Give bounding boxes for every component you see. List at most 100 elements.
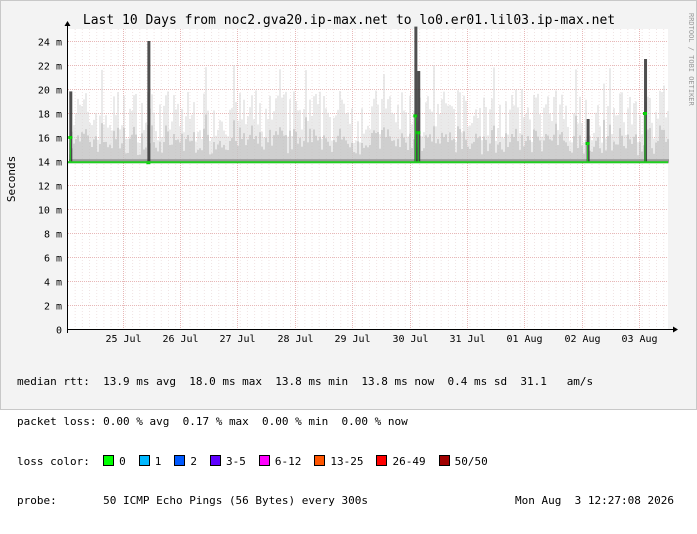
loss-color-text: 1 <box>154 454 162 468</box>
smoke-band <box>327 141 329 163</box>
smoke-band <box>517 141 519 163</box>
smoke-band <box>387 129 389 163</box>
smoke-band <box>153 142 155 163</box>
packet-loss-values: 0.00 % avg 0.17 % max 0.00 % min 0.00 % … <box>103 415 408 428</box>
smoke-band <box>409 133 411 163</box>
smoke-band <box>509 142 511 163</box>
smoke-band <box>259 132 261 163</box>
smoke-band <box>357 141 359 163</box>
loss-color-text: 2 <box>190 454 197 468</box>
smoke-band <box>451 140 453 163</box>
x-tick-label: 01 Aug <box>506 334 542 345</box>
smoke-band <box>453 138 455 163</box>
smoke-band <box>83 133 85 163</box>
smoke-band <box>647 129 649 163</box>
smoke-band <box>603 119 605 163</box>
smoke-band <box>459 129 461 163</box>
smoke-band <box>87 135 89 163</box>
smoke-band <box>299 137 301 163</box>
smoke-band <box>477 138 479 163</box>
loss-color-swatch <box>103 454 115 466</box>
smoke-band <box>283 135 285 163</box>
smoke-band <box>375 133 377 163</box>
smoke-band <box>253 138 255 163</box>
smoke-band <box>295 131 297 163</box>
smoke-band <box>239 127 241 163</box>
smoke-band <box>607 136 609 163</box>
smoke-band <box>181 133 183 163</box>
smoke-band <box>191 140 193 163</box>
smoke-band <box>663 129 665 163</box>
smoke-band <box>311 142 313 163</box>
smoke-band <box>463 131 465 163</box>
loss-color-item: 2 <box>174 454 197 468</box>
smokeping-chart: Last 10 Days from noc2.gva20.ip-max.net … <box>5 13 695 345</box>
smoke-band <box>377 132 379 163</box>
smoke-band <box>575 115 577 163</box>
smoke-band <box>135 134 137 163</box>
y-tick-label: 18 m <box>38 110 62 121</box>
loss-color-text: 0 <box>119 454 126 468</box>
median-rtt-row: median rtt: 13.9 ms avg 18.0 ms max 13.8… <box>17 375 593 388</box>
smoke-band <box>79 141 81 163</box>
smoke-band <box>597 137 599 163</box>
smoke-band <box>141 133 143 163</box>
smoke-band <box>485 139 487 163</box>
loss-color-text: 50/50 <box>454 454 488 468</box>
smoke-band <box>93 139 95 163</box>
smoke-band <box>241 138 243 163</box>
loss-color-item: 3-5 <box>209 454 246 468</box>
smoke-band <box>639 142 641 163</box>
smoke-band <box>547 135 549 163</box>
timestamp: Mon Aug 3 12:27:08 2026 <box>515 494 674 508</box>
y-tick-label: 20 m <box>38 86 62 97</box>
smoke-band <box>431 141 433 163</box>
smoke-band <box>499 141 501 163</box>
smoke-band <box>345 140 347 163</box>
spike <box>147 41 151 163</box>
smoke-band <box>193 132 195 163</box>
loss-color-text: 3-5 <box>225 454 246 468</box>
smoke-band <box>117 127 119 163</box>
smoke-band <box>175 140 177 163</box>
smoke-band <box>189 141 191 163</box>
y-tick-label: 10 m <box>38 206 62 217</box>
smoke-band <box>391 141 393 163</box>
loss-color-swatch <box>209 454 221 466</box>
x-tick-label: 30 Jul <box>392 334 428 345</box>
x-tick-label: 28 Jul <box>277 334 313 345</box>
smoke-band <box>123 127 125 163</box>
smoke-band <box>527 136 529 163</box>
smoke-band <box>269 129 271 163</box>
y-tick-label: 24 m <box>38 38 62 49</box>
x-tick-label: 02 Aug <box>564 334 600 345</box>
smoke-band <box>151 125 153 163</box>
smoke-band <box>305 117 307 163</box>
smoke-band <box>393 140 395 163</box>
smoke-band <box>533 129 535 163</box>
smoke-band <box>595 140 597 163</box>
smoke-band <box>443 137 445 163</box>
chart-title: Last 10 Days from noc2.gva20.ip-max.net … <box>83 13 615 28</box>
smoke-band <box>205 114 207 163</box>
smoke-band <box>103 141 105 163</box>
smoke-band <box>553 134 555 163</box>
smoke-band <box>445 134 447 163</box>
smoke-band <box>491 130 493 163</box>
smoke-band <box>579 135 581 163</box>
smoke-band <box>293 129 295 163</box>
smoke-band <box>373 130 375 163</box>
smoke-band <box>513 137 515 163</box>
y-tick-label: 6 m <box>44 254 62 265</box>
smoke-band <box>535 130 537 163</box>
legend-block: median rtt: 13.9 ms avg 18.0 ms max 13.8… <box>17 349 674 534</box>
smoke-band <box>131 134 133 163</box>
smoke-band <box>563 140 565 163</box>
smoke-band <box>319 136 321 163</box>
y-tick-label: 4 m <box>44 278 62 289</box>
probe-value: 50 ICMP Echo Pings (56 Bytes) every 300s <box>103 494 369 508</box>
plot-area: 0 2 m 4 m 6 m 8 m 10 m 12 m 14 m 16 m 18 m 20 m 22 … <box>38 21 678 345</box>
smoke-band <box>323 135 325 163</box>
smoke-band <box>627 134 629 163</box>
smoke-band <box>475 133 477 163</box>
